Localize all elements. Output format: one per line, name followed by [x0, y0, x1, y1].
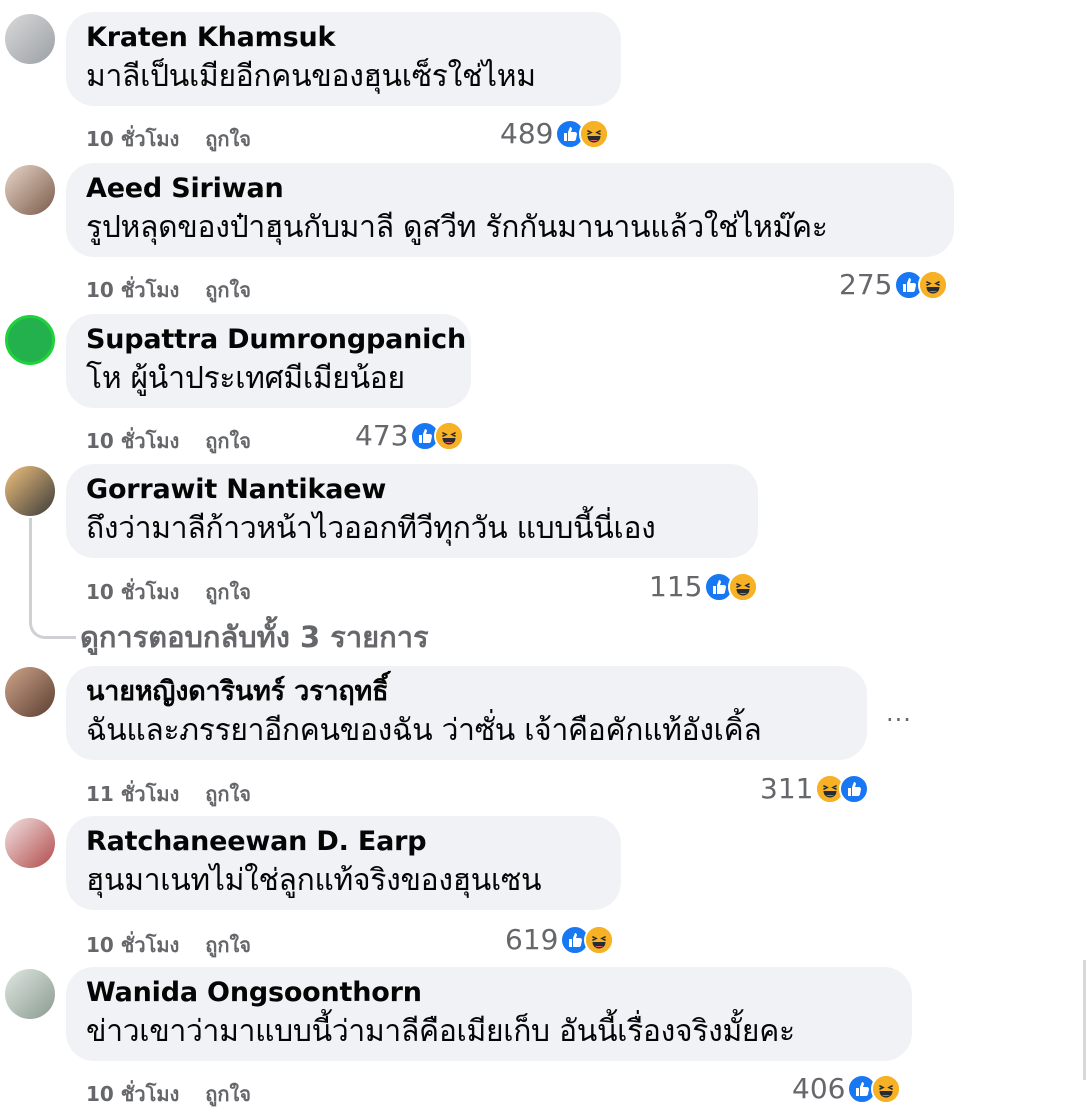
comment-bubble: Supattra Dumrongpanich โห ผู้นำประเทศมีเ…	[66, 314, 471, 408]
reaction-summary[interactable]: 275	[839, 268, 949, 301]
avatar[interactable]	[5, 818, 55, 868]
reaction-summary[interactable]: 489	[500, 117, 610, 150]
comment-bubble: Gorrawit Nantikaew ถึงว่ามาลีก้าวหน้าไวอ…	[66, 464, 758, 558]
comment-text: ข่าวเขาว่ามาแบบนี้ว่ามาลีคือเมียเก็บ อัน…	[86, 1014, 795, 1049]
avatar[interactable]	[5, 466, 55, 516]
like-button[interactable]: ถูกใจ	[205, 429, 251, 453]
comment-meta: 10 ชั่วโมง ถูกใจ	[86, 576, 251, 608]
comment-meta: 10 ชั่วโมง ถูกใจ	[86, 123, 251, 155]
haha-icon	[728, 571, 759, 602]
comment-text: โห ผู้นำประเทศมีเมียน้อย	[86, 361, 405, 396]
comment-bubble: Kraten Khamsuk มาลีเป็นเมียอีกคนของฮุนเซ…	[66, 12, 621, 106]
reaction-count: 473	[355, 419, 409, 452]
comment-bubble: Aeed Siriwan รูปหลุดของป๋าฮุนกับมาลี ดูส…	[66, 163, 954, 257]
avatar[interactable]	[5, 165, 55, 215]
comment-text: รูปหลุดของป๋าฮุนกับมาลี ดูสวีท รักกันมาน…	[86, 210, 828, 245]
like-icon	[839, 773, 870, 804]
avatar[interactable]	[5, 14, 55, 64]
haha-icon	[584, 924, 615, 955]
reaction-count: 115	[649, 570, 703, 603]
like-button[interactable]: ถูกใจ	[205, 1082, 251, 1106]
reaction-summary[interactable]: 115	[649, 570, 759, 603]
haha-icon	[434, 420, 465, 451]
comment-bubble: Ratchaneewan D. Earp ฮุนมาเนทไม่ใช่ลูกแท…	[66, 816, 621, 910]
comment-time[interactable]: 10 ชั่วโมง	[86, 1082, 179, 1106]
more-options-button[interactable]: ···	[886, 706, 912, 734]
comment-text: ฉันและภรรยาอีกคนของฉัน ว่าซั่น เจ้าคือคั…	[86, 713, 762, 748]
comment-time[interactable]: 10 ชั่วโมง	[86, 429, 179, 453]
comment-meta: 10 ชั่วโมง ถูกใจ	[86, 1078, 251, 1110]
commenter-name[interactable]: Ratchaneewan D. Earp	[86, 825, 601, 859]
comment-time[interactable]: 11 ชั่วโมง	[86, 782, 179, 806]
comment-text: ฮุนมาเนทไม่ใช่ลูกแท้จริงของฮุนเซน	[86, 863, 542, 898]
reaction-count: 311	[760, 772, 814, 805]
comment-time[interactable]: 10 ชั่วโมง	[86, 933, 179, 957]
comment-bubble: Wanida Ongsoonthorn ข่าวเขาว่ามาแบบนี้ว่…	[66, 967, 912, 1061]
comment-text: มาลีเป็นเมียอีกคนของฮุนเซ็รใช่ไหม	[86, 59, 536, 94]
haha-icon	[871, 1073, 902, 1104]
reaction-count: 619	[505, 923, 559, 956]
commenter-name[interactable]: Aeed Siriwan	[86, 172, 934, 206]
comment-time[interactable]: 10 ชั่วโมง	[86, 127, 179, 151]
comment-bubble: นายหญิงดารินทร์ วราฤทธิ์ ฉันและภรรยาอีกค…	[66, 666, 867, 760]
reaction-summary[interactable]: 406	[792, 1072, 902, 1105]
commenter-name[interactable]: Wanida Ongsoonthorn	[86, 976, 892, 1010]
reaction-count: 489	[500, 117, 554, 150]
reaction-summary[interactable]: 473	[355, 419, 465, 452]
haha-icon	[579, 118, 610, 149]
comment-meta: 10 ชั่วโมง ถูกใจ	[86, 929, 251, 961]
commenter-name[interactable]: Kraten Khamsuk	[86, 21, 601, 55]
reaction-summary[interactable]: 619	[505, 923, 615, 956]
reaction-count: 275	[839, 268, 893, 301]
comment-text: ถึงว่ามาลีก้าวหน้าไวออกทีวีทุกวัน แบบนี้…	[86, 511, 656, 546]
like-button[interactable]: ถูกใจ	[205, 278, 251, 302]
haha-icon	[918, 269, 949, 300]
comment-meta: 10 ชั่วโมง ถูกใจ	[86, 274, 251, 306]
avatar[interactable]	[5, 969, 55, 1019]
commenter-name[interactable]: นายหญิงดารินทร์ วราฤทธิ์	[86, 675, 847, 709]
avatar[interactable]	[5, 315, 55, 365]
commenter-name[interactable]: Supattra Dumrongpanich	[86, 323, 466, 357]
like-button[interactable]: ถูกใจ	[205, 782, 251, 806]
reaction-summary[interactable]: 311	[760, 772, 870, 805]
like-button[interactable]: ถูกใจ	[205, 933, 251, 957]
comment-meta: 11 ชั่วโมง ถูกใจ	[86, 778, 251, 810]
comment-time[interactable]: 10 ชั่วโมง	[86, 278, 179, 302]
view-replies-link[interactable]: ดูการตอบกลับทั้ง 3 รายการ	[80, 614, 429, 660]
avatar[interactable]	[5, 667, 55, 717]
like-button[interactable]: ถูกใจ	[205, 127, 251, 151]
comment-time[interactable]: 10 ชั่วโมง	[86, 580, 179, 604]
like-button[interactable]: ถูกใจ	[205, 580, 251, 604]
comment-meta: 10 ชั่วโมง ถูกใจ	[86, 425, 251, 457]
commenter-name[interactable]: Gorrawit Nantikaew	[86, 473, 738, 507]
reaction-count: 406	[792, 1072, 846, 1105]
